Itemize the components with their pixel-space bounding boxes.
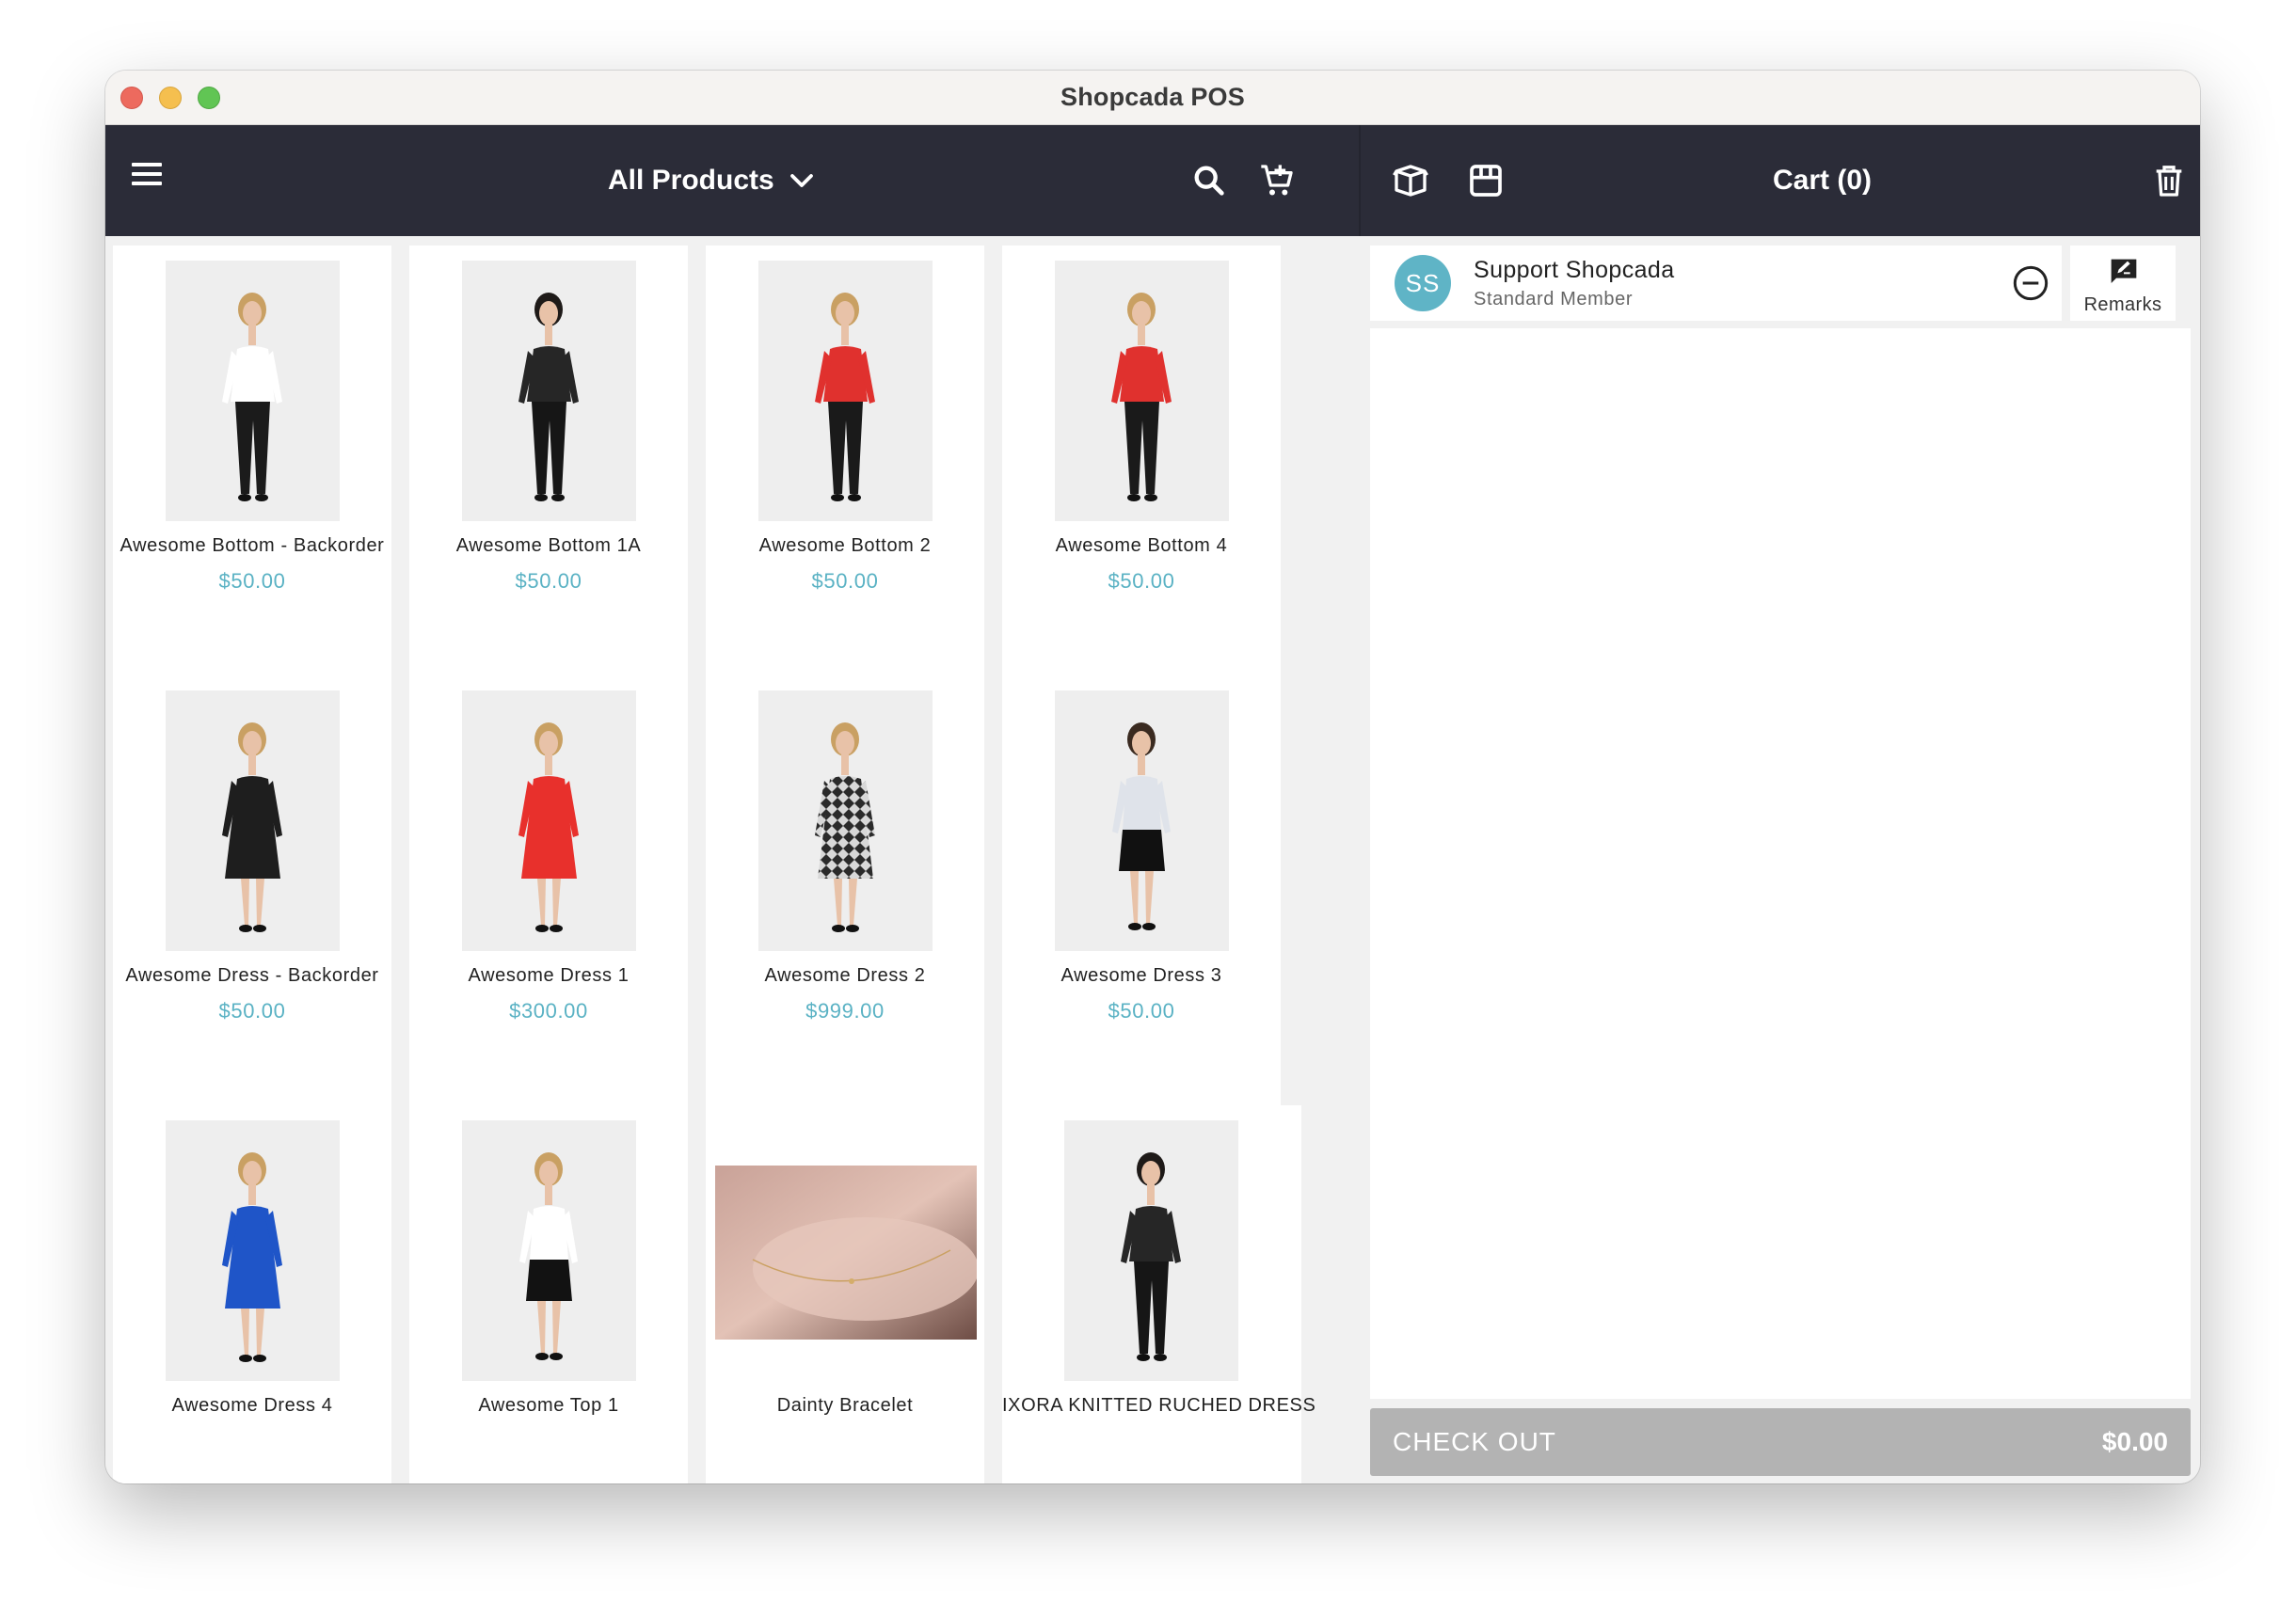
product-image (1064, 1120, 1238, 1381)
product-name: Awesome Top 1 (478, 1395, 619, 1416)
trash-icon (2156, 166, 2182, 197)
window-controls (120, 87, 220, 109)
add-to-cart-button[interactable] (1255, 159, 1299, 202)
customer-name: Support Shopcada (1474, 257, 1675, 283)
search-icon (1194, 166, 1224, 196)
product-name: Awesome Dress 4 (171, 1395, 333, 1416)
product-card[interactable]: Awesome Dress 2 $999.00 (706, 675, 984, 1118)
product-image (715, 1166, 977, 1340)
search-button[interactable] (1188, 159, 1231, 202)
product-name: Awesome Dress 3 (1060, 965, 1222, 986)
product-name: Awesome Bottom - Backorder (120, 535, 385, 556)
chevron-down-icon (789, 174, 813, 187)
clear-cart-button[interactable] (2147, 159, 2191, 202)
product-name: Awesome Bottom 4 (1055, 535, 1228, 556)
product-card[interactable]: Awesome Bottom 2 $50.00 (706, 246, 984, 688)
product-name: Awesome Bottom 1A (455, 535, 642, 556)
product-image (166, 261, 340, 521)
product-name: Awesome Dress - Backorder (125, 965, 379, 986)
product-name: Dainty Bracelet (776, 1395, 914, 1416)
product-price: $50.00 (811, 569, 879, 593)
remarks-label: Remarks (2083, 294, 2162, 315)
zoom-window-button[interactable] (198, 87, 220, 109)
store-button[interactable] (1464, 159, 1507, 202)
close-window-button[interactable] (120, 87, 143, 109)
product-image (462, 261, 636, 521)
app-window: Shopcada POS All Products Cart (0) Aweso… (105, 71, 2200, 1483)
product-card[interactable]: Awesome Bottom - Backorder $50.00 (113, 246, 391, 688)
package-icon (1393, 165, 1428, 197)
checkout-total: $0.00 (2101, 1427, 2168, 1456)
product-name: Awesome Dress 2 (764, 965, 926, 986)
product-image (462, 1120, 636, 1381)
product-card[interactable]: Awesome Dress 1 $300.00 (409, 675, 688, 1118)
product-price: $50.00 (218, 569, 286, 593)
checkout-button[interactable]: CHECK OUT $0.00 (1370, 1408, 2191, 1476)
product-card[interactable]: Dainty Bracelet (706, 1105, 984, 1483)
cart-item-list (1370, 328, 2191, 1399)
product-name: Awesome Dress 1 (468, 965, 630, 986)
category-selector[interactable]: All Products (608, 159, 816, 202)
remarks-button[interactable]: Remarks (2070, 246, 2176, 321)
cart-title: Cart (0) (1773, 165, 1873, 196)
product-image (1055, 261, 1229, 521)
avatar: SS (1395, 255, 1451, 311)
product-card[interactable]: Awesome Dress 3 $50.00 (1002, 675, 1281, 1118)
category-label: All Products (608, 165, 774, 196)
app-toolbar: All Products Cart (0) (105, 125, 2200, 236)
product-card[interactable]: Awesome Bottom 4 $50.00 (1002, 246, 1281, 688)
title-bar: Shopcada POS (105, 71, 2200, 125)
add-to-cart-icon (1261, 165, 1293, 196)
product-card[interactable]: IXORA KNITTED RUCHED DRESS (1002, 1105, 1316, 1483)
product-price: $50.00 (218, 999, 286, 1023)
package-button[interactable] (1389, 159, 1432, 202)
product-image (1055, 690, 1229, 951)
product-image (166, 1120, 340, 1381)
product-grid: Awesome Bottom - Backorder $50.00 Awesome… (105, 236, 1361, 1483)
cart-panel: SS Support Shopcada Standard Member Rema… (1361, 236, 2200, 1483)
toolbar-divider (1359, 125, 1361, 236)
product-price: $300.00 (509, 999, 588, 1023)
product-image (758, 690, 933, 951)
store-icon (1470, 165, 1502, 197)
product-price: $50.00 (1108, 999, 1175, 1023)
product-name: Awesome Bottom 2 (758, 535, 932, 556)
window-title: Shopcada POS (1060, 83, 1245, 111)
product-name: IXORA KNITTED RUCHED DRESS (1002, 1395, 1316, 1416)
minimize-window-button[interactable] (159, 87, 182, 109)
product-card[interactable]: Awesome Bottom 1A $50.00 (409, 246, 688, 688)
checkout-label: CHECK OUT (1393, 1427, 1556, 1456)
remarks-icon (2111, 259, 2137, 283)
menu-icon[interactable] (132, 163, 162, 191)
product-price: $50.00 (515, 569, 582, 593)
product-image (462, 690, 636, 951)
product-card[interactable]: Awesome Dress - Backorder $50.00 (113, 675, 391, 1118)
customer-tier: Standard Member (1474, 289, 1634, 309)
product-price: $50.00 (1108, 569, 1175, 593)
product-image (166, 690, 340, 951)
product-card[interactable]: Awesome Top 1 (409, 1105, 688, 1483)
product-card[interactable]: Awesome Dress 4 (113, 1105, 391, 1483)
remove-circle-icon[interactable] (2012, 264, 2049, 302)
customer-card[interactable]: SS Support Shopcada Standard Member (1370, 246, 2062, 321)
product-image (758, 261, 933, 521)
product-price: $999.00 (805, 999, 885, 1023)
